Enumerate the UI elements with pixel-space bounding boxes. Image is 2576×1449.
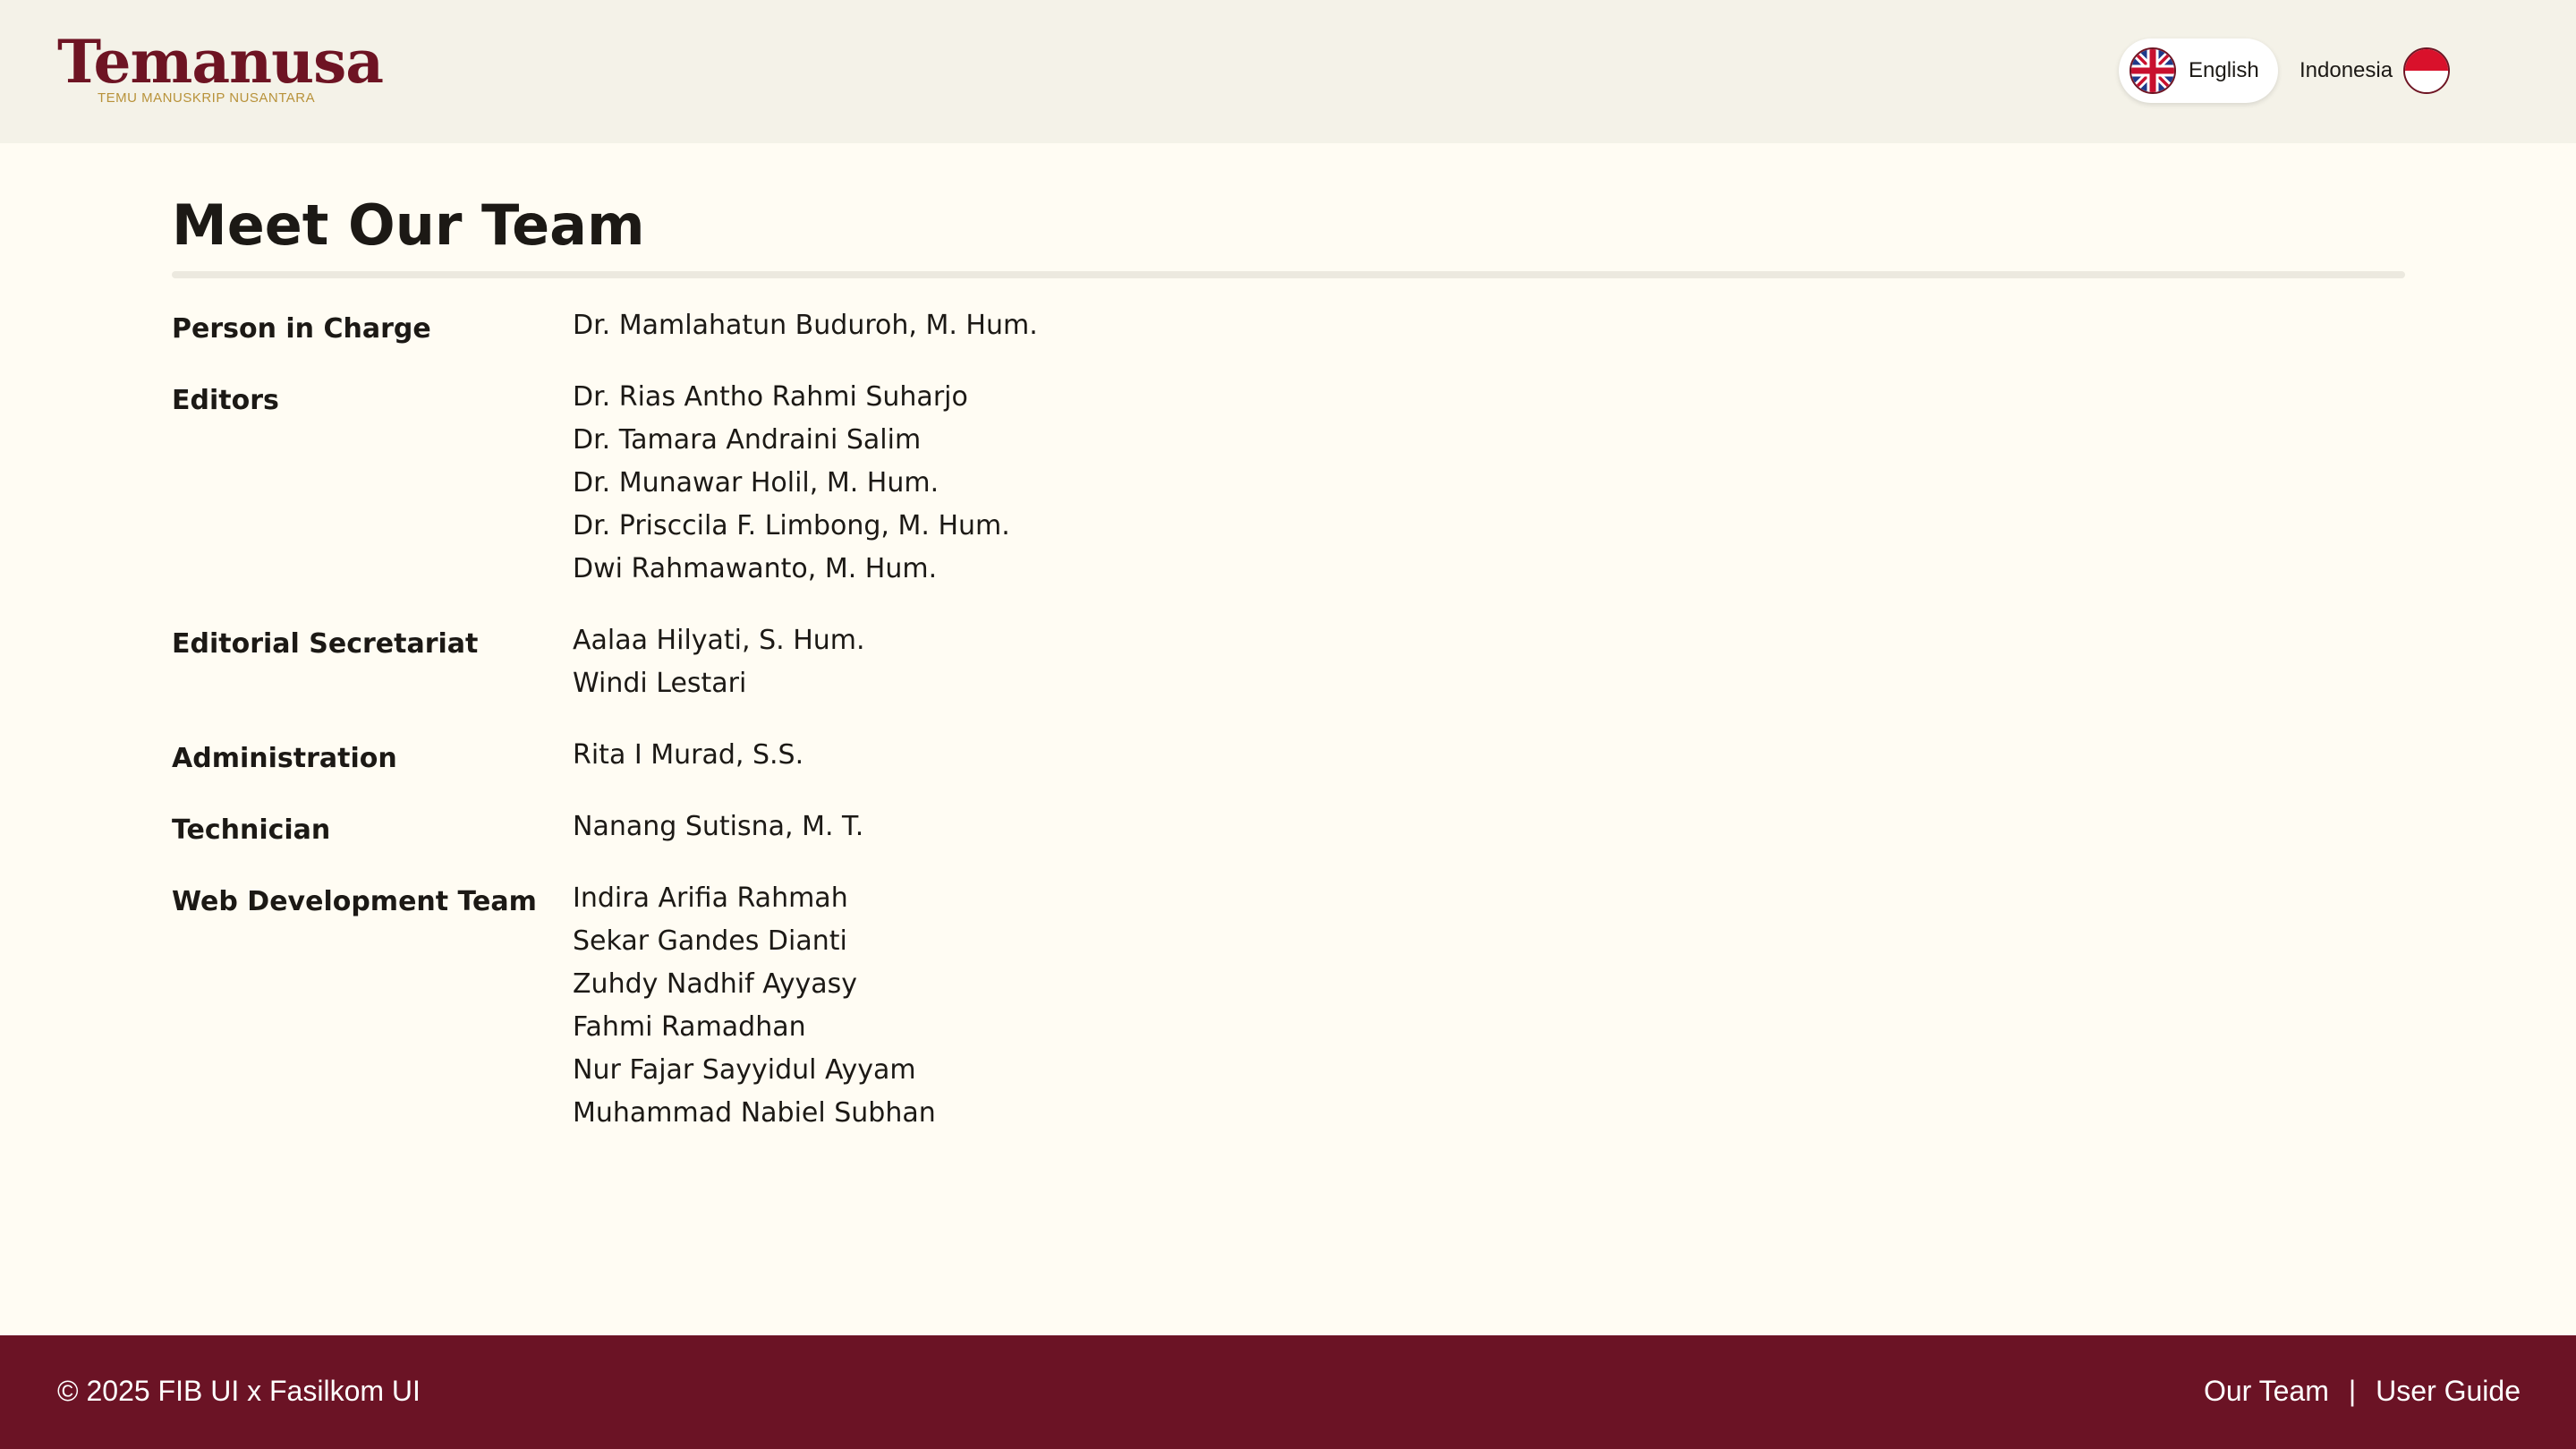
- member-name: Dr. Tamara Andraini Salim: [573, 424, 922, 456]
- footer-link-user-guide[interactable]: User Guide: [2376, 1375, 2521, 1407]
- role-label-person-in-charge: Person in Charge: [172, 313, 431, 345]
- copyright-text: © 2025 FIB UI x Fasilkom UI: [57, 1375, 421, 1407]
- member-list-web-development-team: Indira Arifia Rahmah Sekar Gandes Dianti…: [573, 877, 936, 1135]
- member-name: Muhammad Nabiel Subhan: [573, 1097, 936, 1129]
- member-name: Nanang Sutisna, M. T.: [573, 811, 864, 842]
- language-indonesia-label: Indonesia: [2300, 58, 2393, 82]
- member-name: Indira Arifia Rahmah: [573, 882, 848, 914]
- member-name: Aalaa Hilyati, S. Hum.: [573, 625, 865, 656]
- temanusa-logo[interactable]: Temanusa TEMU MANUSKRIP NUSANTARA: [57, 30, 384, 111]
- logo-tagline: TEMU MANUSKRIP NUSANTARA: [98, 90, 316, 106]
- role-label-web-development-team: Web Development Team: [172, 886, 537, 917]
- language-english-label: English: [2189, 58, 2259, 82]
- member-list-person-in-charge: Dr. Mamlahatun Buduroh, M. Hum.: [573, 304, 1038, 347]
- member-list-technician: Nanang Sutisna, M. T.: [573, 805, 863, 848]
- language-english-button[interactable]: English: [2119, 38, 2278, 103]
- role-label-administration: Administration: [172, 743, 397, 774]
- member-list-editors: Dr. Rias Antho Rahmi Suharjo Dr. Tamara …: [573, 376, 1010, 591]
- site-header: Temanusa TEMU MANUSKRIP NUSANTARA Englis…: [0, 0, 2576, 143]
- member-name: Rita I Murad, S.S.: [573, 739, 804, 771]
- member-name: Nur Fajar Sayyidul Ayyam: [573, 1054, 916, 1086]
- footer-link-our-team[interactable]: Our Team: [2204, 1375, 2329, 1407]
- member-name: Zuhdy Nadhif Ayyasy: [573, 968, 857, 1000]
- indonesia-flag-icon: [2403, 47, 2450, 94]
- language-indonesia-button[interactable]: Indonesia: [2287, 38, 2457, 103]
- member-list-administration: Rita I Murad, S.S.: [573, 734, 803, 777]
- member-name: Dr. Mamlahatun Buduroh, M. Hum.: [573, 310, 1038, 341]
- member-name: Dr. Rias Antho Rahmi Suharjo: [573, 381, 968, 413]
- uk-flag-icon: [2130, 47, 2176, 94]
- title-divider: [172, 271, 2405, 278]
- member-list-editorial-secretariat: Aalaa Hilyati, S. Hum. Windi Lestari: [573, 619, 865, 705]
- member-name: Dr. Munawar Holil, M. Hum.: [573, 467, 939, 499]
- member-name: Dr. Prisccila F. Limbong, M. Hum.: [573, 510, 1010, 541]
- footer-link-separator: |: [2348, 1375, 2357, 1407]
- role-label-editorial-secretariat: Editorial Secretariat: [172, 628, 479, 660]
- role-label-editors: Editors: [172, 385, 279, 416]
- member-name: Fahmi Ramadhan: [573, 1011, 806, 1043]
- member-name: Sekar Gandes Dianti: [573, 925, 847, 957]
- member-name: Dwi Rahmawanto, M. Hum.: [573, 553, 938, 584]
- page-title: Meet Our Team: [172, 192, 645, 258]
- logo-wordmark: Temanusa: [57, 27, 384, 97]
- role-label-technician: Technician: [172, 814, 331, 846]
- member-name: Windi Lestari: [573, 668, 747, 699]
- site-footer: © 2025 FIB UI x Fasilkom UI Our Team | Use…: [0, 1335, 2576, 1449]
- footer-links: Our Team | User Guide: [2204, 1375, 2521, 1411]
